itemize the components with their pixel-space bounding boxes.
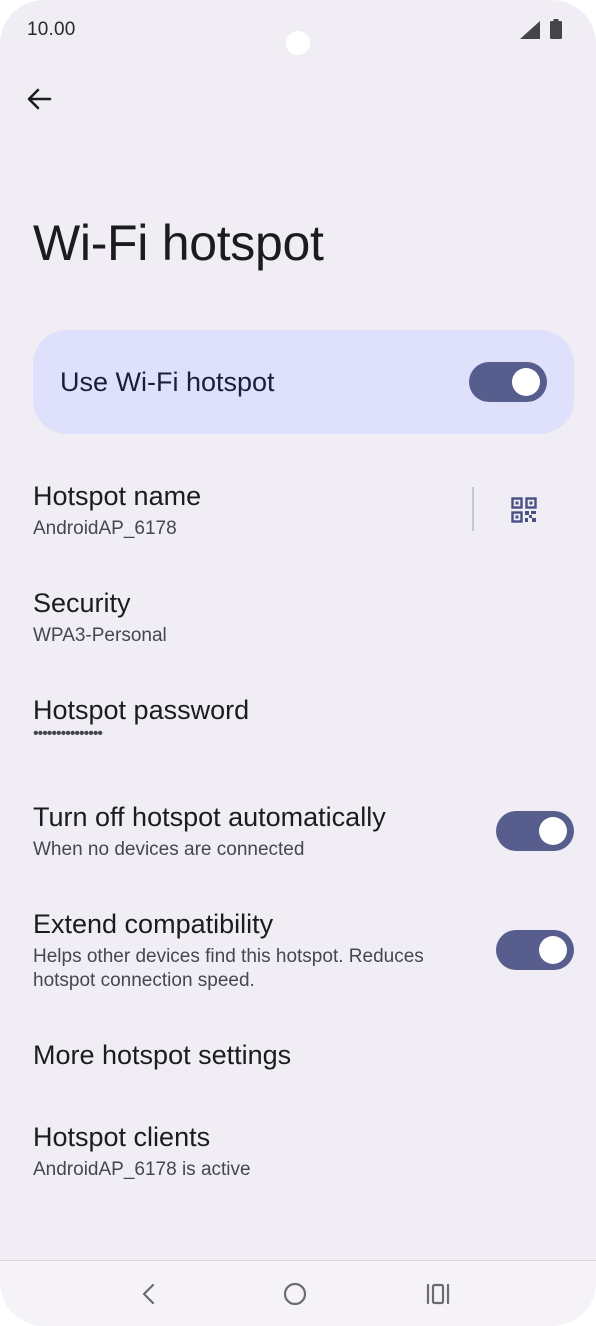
share-qr-button[interactable]	[503, 489, 545, 531]
home-nav-icon	[283, 1282, 307, 1306]
extend-compatibility-subtitle-line1: Helps other devices find this hotspot. R…	[33, 946, 424, 967]
extend-compatibility-switch[interactable]	[496, 930, 574, 970]
hotspot-clients-value: AndroidAP_6178 is active	[33, 1159, 251, 1180]
back-button[interactable]	[20, 80, 58, 118]
use-wifi-hotspot-label: Use Wi-Fi hotspot	[60, 367, 275, 397]
status-time: 10.00	[27, 19, 76, 40]
more-hotspot-settings-row[interactable]: More hotspot settings	[0, 1040, 596, 1080]
battery-icon	[550, 19, 562, 39]
use-wifi-hotspot-toggle-card[interactable]: Use Wi-Fi hotspot	[33, 330, 574, 434]
switch-thumb	[512, 368, 540, 396]
turn-off-automatically-subtitle: When no devices are connected	[33, 839, 305, 860]
phone-screen: 10.00 Wi-Fi hotspot Use Wi-Fi hotspot Ho…	[0, 0, 596, 1326]
security-title: Security	[33, 588, 131, 618]
recents-nav-icon	[426, 1283, 450, 1305]
hotspot-password-value: •••••••••••••••	[33, 725, 103, 742]
nav-back-button[interactable]	[132, 1277, 166, 1311]
security-row[interactable]: Security WPA3-Personal	[0, 588, 596, 652]
hotspot-name-title: Hotspot name	[33, 481, 202, 511]
navigation-bar	[0, 1260, 596, 1326]
turn-off-automatically-title: Turn off hotspot automatically	[33, 802, 386, 832]
page-title: Wi-Fi hotspot	[33, 215, 324, 271]
hotspot-password-row[interactable]: Hotspot password •••••••••••••••	[0, 695, 596, 759]
extend-compatibility-title: Extend compatibility	[33, 909, 274, 939]
status-bar: 10.00	[0, 0, 596, 62]
more-hotspot-settings-title: More hotspot settings	[33, 1040, 292, 1070]
hotspot-name-value: AndroidAP_6178	[33, 518, 177, 539]
turn-off-automatically-switch[interactable]	[496, 811, 574, 851]
hotspot-password-title: Hotspot password	[33, 695, 250, 725]
vertical-divider	[472, 487, 474, 531]
back-nav-icon	[142, 1283, 155, 1305]
nav-home-button[interactable]	[278, 1277, 312, 1311]
arrow-left-icon	[27, 88, 52, 110]
switch-thumb	[539, 817, 567, 845]
front-camera	[286, 31, 310, 55]
nav-recents-button[interactable]	[421, 1277, 455, 1311]
switch-thumb	[539, 936, 567, 964]
hotspot-clients-title: Hotspot clients	[33, 1122, 211, 1152]
turn-off-automatically-row[interactable]: Turn off hotspot automatically When no d…	[0, 802, 596, 866]
qr-code-icon	[511, 497, 537, 523]
use-wifi-hotspot-switch[interactable]	[469, 362, 547, 402]
hotspot-clients-row[interactable]: Hotspot clients AndroidAP_6178 is active	[0, 1122, 596, 1186]
extend-compatibility-row[interactable]: Extend compatibility Helps other devices…	[0, 909, 596, 997]
extend-compatibility-subtitle-line2: hotspot connection speed.	[33, 970, 255, 991]
signal-icon	[520, 21, 540, 39]
security-value: WPA3-Personal	[33, 625, 167, 646]
